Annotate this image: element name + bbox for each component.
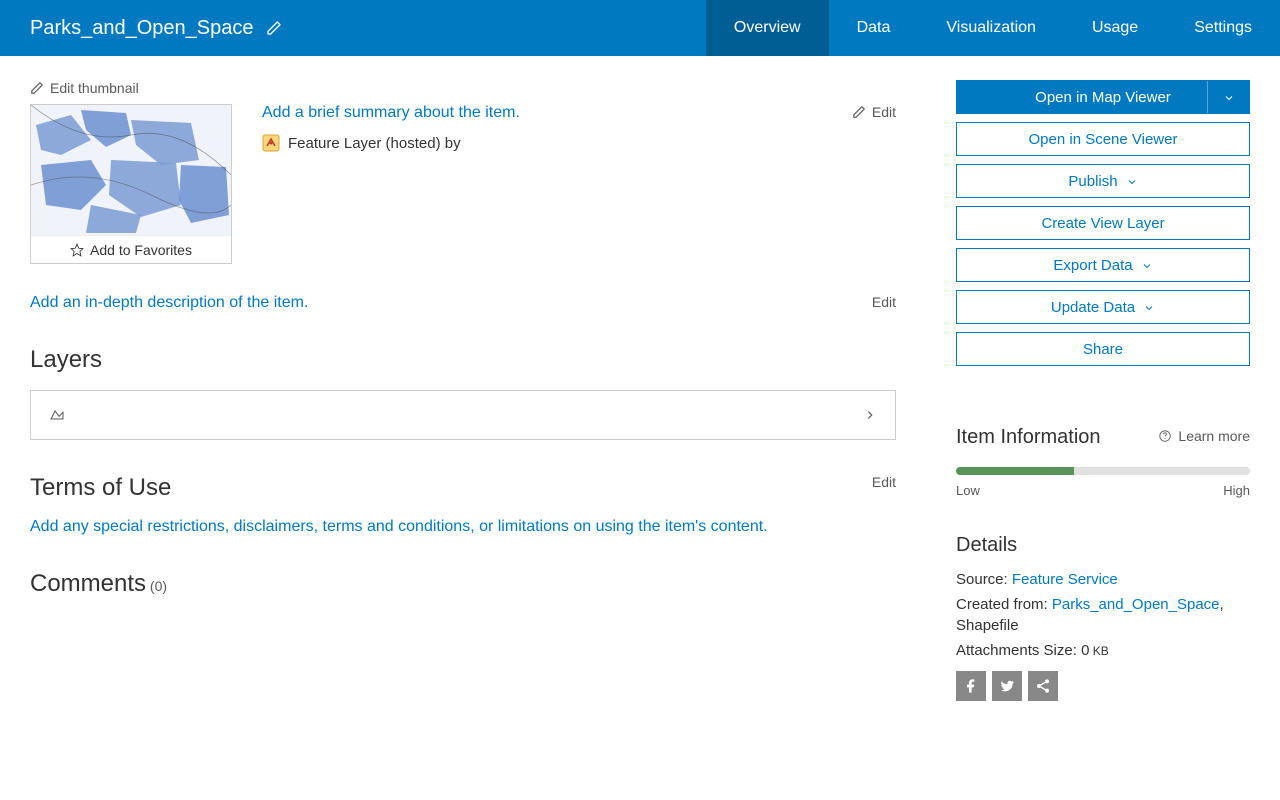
page-title: Parks_and_Open_Space [30,17,254,40]
publish-button[interactable]: Publish [956,164,1250,198]
source-link[interactable]: Feature Service [1012,571,1118,588]
edit-title-icon[interactable] [266,20,282,36]
update-data-button[interactable]: Update Data [956,290,1250,324]
edit-summary-button[interactable]: Edit [852,104,896,120]
attachments-label: Attachments Size: [956,642,1081,659]
source-label: Source: [956,571,1012,588]
tab-usage[interactable]: Usage [1064,0,1166,56]
export-data-label: Export Data [1053,257,1132,274]
open-map-viewer-button[interactable]: Open in Map Viewer [956,80,1250,114]
created-from-link[interactable]: Parks_and_Open_Space [1052,596,1220,613]
scale-low-label: Low [956,483,980,498]
export-data-button[interactable]: Export Data [956,248,1250,282]
chevron-down-icon [1126,175,1138,187]
top-nav: Overview Data Visualization Usage Settin… [706,0,1280,56]
thumbnail-card: Add to Favorites [30,104,232,264]
publish-label: Publish [1068,173,1117,190]
terms-heading: Terms of Use [30,474,896,502]
terms-prompt-link[interactable]: Add any special restrictions, disclaimer… [30,518,768,535]
edit-description-button[interactable]: Edit [852,294,896,310]
item-info-heading: Item Information [956,426,1101,449]
tab-overview[interactable]: Overview [706,0,829,56]
created-from-label: Created from: [956,596,1052,613]
feature-layer-icon [262,134,280,152]
share-button[interactable]: Share [956,332,1250,366]
share-label: Share [1083,341,1123,358]
tab-visualization[interactable]: Visualization [918,0,1064,56]
edit-label: Edit [872,294,896,310]
details-heading: Details [956,534,1250,557]
chevron-right-icon [863,408,877,422]
help-icon [1158,429,1172,443]
create-view-layer-button[interactable]: Create View Layer [956,206,1250,240]
learn-more-label: Learn more [1178,428,1250,444]
polygon-icon [49,407,65,423]
open-scene-viewer-button[interactable]: Open in Scene Viewer [956,122,1250,156]
create-view-layer-label: Create View Layer [1041,215,1164,232]
layer-row[interactable] [30,390,896,440]
comments-count: (0) [150,578,167,594]
summary-prompt-link[interactable]: Add a brief summary about the item. [262,104,896,122]
description-prompt-link[interactable]: Add an in-depth description of the item. [30,294,308,311]
update-data-label: Update Data [1051,299,1135,316]
generic-share-button[interactable] [1028,671,1058,701]
tab-settings[interactable]: Settings [1166,0,1280,56]
learn-more-link[interactable]: Learn more [1158,428,1250,444]
chevron-down-icon [1223,91,1235,103]
layers-heading: Layers [30,346,896,374]
edit-label: Edit [872,104,896,120]
scale-high-label: High [1223,483,1250,498]
edit-label: Edit [872,474,896,490]
pencil-icon [852,105,866,119]
open-map-viewer-label: Open in Map Viewer [1035,89,1171,106]
item-completeness-bar [956,467,1250,475]
star-icon [70,243,84,257]
thumbnail-image[interactable] [31,105,231,235]
facebook-share-button[interactable] [956,671,986,701]
pencil-icon [852,475,866,489]
attachments-unit: KB [1089,644,1108,658]
pencil-icon [852,295,866,309]
edit-thumbnail-label: Edit thumbnail [50,80,139,96]
open-map-viewer-dropdown[interactable] [1207,81,1249,113]
chevron-down-icon [1143,301,1155,313]
item-type-label: Feature Layer (hosted) by [288,135,461,152]
chevron-down-icon [1141,259,1153,271]
twitter-share-button[interactable] [992,671,1022,701]
edit-terms-button[interactable]: Edit [852,474,896,490]
add-to-favorites-button[interactable]: Add to Favorites [31,235,231,263]
edit-thumbnail-link[interactable]: Edit thumbnail [30,80,896,96]
open-scene-viewer-label: Open in Scene Viewer [1029,131,1178,148]
tab-data[interactable]: Data [829,0,919,56]
comments-heading: Comments [30,570,146,597]
add-to-favorites-label: Add to Favorites [90,242,192,258]
